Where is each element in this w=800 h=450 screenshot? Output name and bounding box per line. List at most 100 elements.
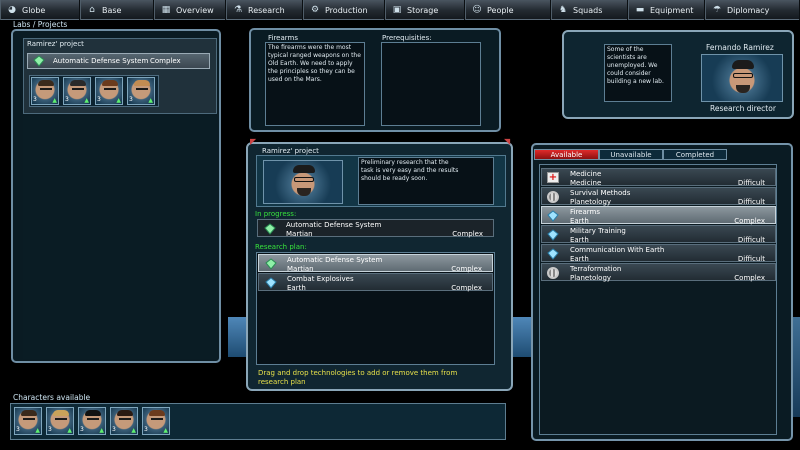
tech-list-item[interactable]: Communication With Earth Earth Difficult — [541, 244, 776, 263]
nav-squads[interactable]: ♞ Squads — [551, 0, 628, 20]
martian-gem-icon — [33, 55, 45, 67]
tech-info-title: Firearms — [268, 34, 299, 42]
base-icon: ⌂ — [89, 5, 95, 15]
earth-gem-icon — [547, 210, 559, 222]
character-level: 3 — [16, 426, 20, 433]
nav-research[interactable]: ⚗ Research — [226, 0, 303, 20]
character-portrait[interactable]: 3 ▲ — [78, 407, 106, 435]
tab-completed[interactable]: Completed — [663, 149, 727, 160]
nav-label: Storage — [407, 5, 439, 15]
squads-icon: ♞ — [558, 5, 568, 15]
scientist-level: 3 — [97, 96, 101, 103]
character-portrait[interactable]: 3 ▲ — [142, 407, 170, 435]
tech-field: Planetology — [570, 274, 612, 282]
nav-label: Diplomacy — [727, 5, 770, 15]
project-description: Preliminary research that the task is ve… — [361, 159, 459, 182]
nav-label: Equipment — [650, 5, 694, 15]
labs-title: Labs / Projects — [13, 20, 68, 29]
tab-unavailable[interactable]: Unavailable — [599, 149, 663, 160]
portrait-hair — [117, 410, 133, 416]
nav-people[interactable]: ☺ People — [465, 0, 551, 20]
tech-field: Earth — [570, 236, 589, 244]
nav-equipment[interactable]: ▬ Equipment — [628, 0, 705, 20]
nav-label: Overview — [176, 5, 214, 15]
tech-difficulty: Complex — [734, 217, 765, 225]
tab-available[interactable]: Available — [534, 149, 599, 160]
martian-gem-icon — [265, 258, 277, 270]
in-progress-item[interactable]: Automatic Defense System Martian Complex — [257, 219, 494, 238]
research-plan-item[interactable]: Combat Explosives Earth Complex — [258, 273, 493, 292]
corner-ornament-icon: ◥ — [504, 137, 511, 146]
nav-globe[interactable]: ◕ Globe — [0, 0, 80, 20]
labs-list-area — [23, 116, 217, 359]
tech-difficulty: Difficult — [737, 198, 765, 206]
stat-arrow-icon: ▲ — [52, 97, 57, 104]
lead-beard — [297, 188, 311, 196]
character-level: 3 — [144, 426, 148, 433]
characters-title: Characters available — [13, 393, 91, 402]
nav-base[interactable]: ⌂ Base — [80, 0, 154, 20]
corner-ornament-icon: ◤ — [250, 137, 257, 146]
tech-field: Martian — [287, 265, 314, 273]
tech-list-item[interactable]: Survival Methods Planetology Difficult — [541, 187, 776, 206]
portrait-hair — [70, 80, 86, 86]
lab-scientist-portrait[interactable]: 3 ▲ — [95, 77, 123, 105]
scientist-level: 3 — [129, 96, 133, 103]
earth-gem-icon — [265, 277, 277, 289]
storage-icon: ▣ — [392, 5, 402, 15]
nav-production[interactable]: ⚙ Production — [303, 0, 385, 20]
nav-label: Base — [102, 5, 122, 15]
prerequisites-box — [381, 42, 481, 126]
tech-name: Automatic Defense System — [286, 221, 382, 229]
nav-label: Research — [248, 5, 285, 15]
planetology-icon — [547, 191, 559, 203]
lab-scientist-portrait[interactable]: 3 ▲ — [31, 77, 59, 105]
director-hair — [732, 60, 754, 69]
portrait-eyes — [72, 88, 84, 91]
main-nav-bar: ◕ Globe ⌂ Base ▦ Overview ⚗ Research ⚙ Produc… — [0, 0, 800, 20]
tech-field: Earth — [570, 255, 589, 263]
nav-label: People — [487, 5, 514, 15]
tech-list-item[interactable]: Terraformation Planetology Complex — [541, 263, 776, 282]
research-plan-hint: Drag and drop technologies to add or rem… — [258, 369, 458, 386]
tech-name: Communication With Earth — [570, 246, 665, 254]
lab-scientist-portrait[interactable]: 3 ▲ — [63, 77, 91, 105]
lab-scientist-portrait[interactable]: 3 ▲ — [127, 77, 155, 105]
research-plan-label: Research plan: — [255, 243, 307, 251]
tech-name: Firearms — [570, 208, 601, 216]
tech-name: Medicine — [570, 170, 602, 178]
character-portrait[interactable]: 3 ▲ — [46, 407, 74, 435]
people-icon: ☺ — [472, 5, 482, 15]
character-portrait[interactable]: 3 ▲ — [14, 407, 42, 435]
tech-field: Planetology — [570, 198, 612, 206]
tech-list-item-selected[interactable]: Firearms Earth Complex — [541, 206, 776, 225]
overview-icon: ▦ — [161, 5, 171, 15]
portrait-hair — [53, 410, 69, 416]
character-level: 3 — [80, 426, 84, 433]
globe-icon: ◕ — [8, 5, 16, 15]
tech-name: Military Training — [570, 227, 626, 235]
lead-glasses — [294, 177, 314, 182]
portrait-hair — [38, 80, 54, 86]
research-plan-item[interactable]: Automatic Defense System Martian Complex — [258, 254, 493, 273]
portrait-eyes — [55, 418, 67, 421]
tech-list-item[interactable]: + Medicine Medicine Difficult — [541, 168, 776, 187]
nav-overview[interactable]: ▦ Overview — [154, 0, 226, 20]
stat-arrow-icon: ▲ — [163, 427, 168, 434]
character-portrait[interactable]: 3 ▲ — [110, 407, 138, 435]
stat-arrow-icon: ▲ — [148, 97, 153, 104]
lab-project-name: Ramirez' project — [27, 40, 84, 48]
stat-arrow-icon: ▲ — [35, 427, 40, 434]
stat-arrow-icon: ▲ — [99, 427, 104, 434]
tech-list-item[interactable]: Military Training Earth Difficult — [541, 225, 776, 244]
portrait-hair — [21, 410, 37, 416]
tech-name: Automatic Defense System — [287, 256, 383, 264]
tech-field: Martian — [286, 230, 313, 238]
nav-diplomacy[interactable]: ☂ Diplomacy — [705, 0, 800, 20]
portrait-eyes — [23, 418, 35, 421]
portrait-eyes — [151, 418, 163, 421]
tech-field: Earth — [287, 284, 306, 292]
nav-storage[interactable]: ▣ Storage — [385, 0, 465, 20]
director-role: Research director — [710, 104, 776, 113]
stat-arrow-icon: ▲ — [116, 97, 121, 104]
